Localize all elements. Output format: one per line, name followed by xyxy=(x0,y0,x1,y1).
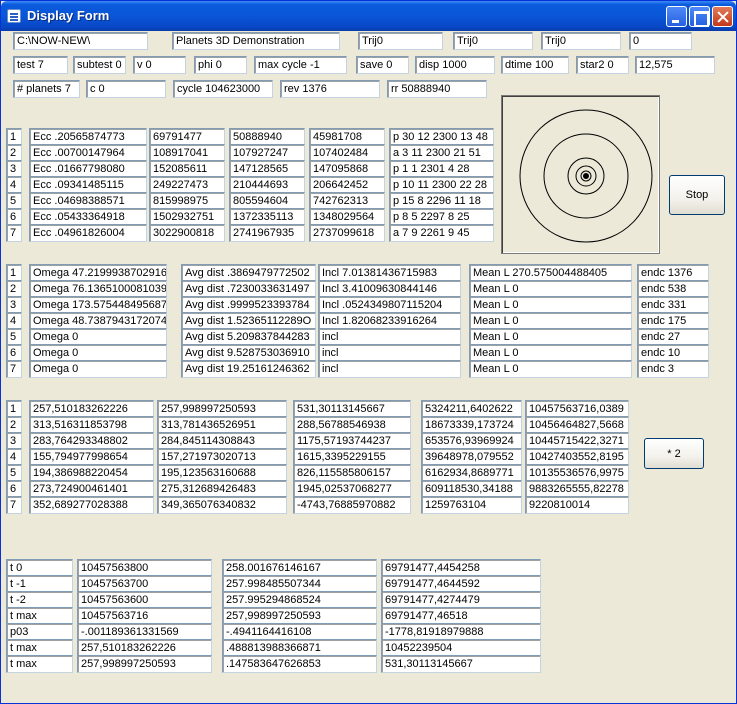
table4-cell[interactable]: t max xyxy=(6,655,73,673)
multiply-two-button[interactable]: * 2 xyxy=(644,438,704,469)
form-icon xyxy=(7,9,21,23)
table3-cell[interactable]: -4743,76885970882 xyxy=(293,496,411,514)
window-title: Display Form xyxy=(27,8,110,23)
close-button[interactable] xyxy=(712,6,733,27)
subtest-field[interactable]: subtest 0 xyxy=(73,56,126,74)
table2-cell[interactable]: endc 3 xyxy=(637,360,709,378)
rr-field[interactable]: rr 50888940 xyxy=(387,80,487,98)
minimize-button[interactable] xyxy=(666,6,687,27)
table2-cell[interactable]: Avg dist 19.25161246362 xyxy=(181,360,316,378)
table1-cell[interactable]: 2741967935 xyxy=(229,224,305,242)
table3-cell[interactable]: 7 xyxy=(6,496,22,514)
disp-field[interactable]: disp 1000 xyxy=(415,56,495,74)
path-field[interactable]: C:\NOW-NEW\ xyxy=(13,32,148,50)
table4-cell[interactable]: .147583647626853 xyxy=(222,655,377,673)
trij-field-2[interactable]: Trij0 xyxy=(453,32,533,50)
orbit-drawing xyxy=(519,109,653,243)
table1-cell[interactable]: 7 xyxy=(6,224,22,242)
table1-cell[interactable]: Ecc .04961826004 xyxy=(29,224,147,242)
zero-field[interactable]: 0 xyxy=(629,32,692,50)
cycle-field[interactable]: cycle 104623000 xyxy=(173,80,273,98)
table2-cell[interactable]: 7 xyxy=(6,360,22,378)
table4-cell[interactable]: 257,998997250593 xyxy=(77,655,212,673)
table3-cell[interactable]: 1259763104 xyxy=(421,496,522,514)
table4-cell[interactable]: 531,30113145667 xyxy=(381,655,541,673)
display-form-window: Display Form C:\NOW-NEW\ Planets 3D Demo… xyxy=(0,0,737,704)
test-field[interactable]: test 7 xyxy=(13,56,68,74)
table2-cell[interactable]: Mean L 0 xyxy=(469,360,632,378)
title-bar[interactable]: Display Form xyxy=(1,1,736,31)
planets-count-field[interactable]: # planets 7 xyxy=(13,80,80,98)
table2-cell[interactable]: incl xyxy=(318,360,461,378)
v-field[interactable]: v 0 xyxy=(133,56,186,74)
rev-field[interactable]: rev 1376 xyxy=(280,80,380,98)
table3-cell[interactable]: 352,689277028388 xyxy=(29,496,154,514)
table2-cell[interactable]: Omega 0 xyxy=(29,360,167,378)
save-field[interactable]: save 0 xyxy=(356,56,409,74)
dtime-field[interactable]: dtime 100 xyxy=(501,56,569,74)
table3-cell[interactable]: 9220810014 xyxy=(525,496,629,514)
table1-cell[interactable]: a 7 9 2261 9 45 xyxy=(389,224,494,242)
stop-button[interactable]: Stop xyxy=(669,175,725,215)
orbit-view xyxy=(501,95,660,254)
phi-field[interactable]: phi 0 xyxy=(194,56,247,74)
table1-cell[interactable]: 3022900818 xyxy=(149,224,225,242)
star2-field[interactable]: star2 0 xyxy=(576,56,629,74)
table1-cell[interactable]: 2737099618 xyxy=(309,224,385,242)
maximize-button[interactable] xyxy=(689,6,710,27)
trij-field-3[interactable]: Trij0 xyxy=(541,32,621,50)
table3-cell[interactable]: 349,365076340832 xyxy=(157,496,287,514)
central-star xyxy=(583,173,589,179)
max-cycle-field[interactable]: max cycle -1 xyxy=(254,56,347,74)
trij-field-1[interactable]: Trij0 xyxy=(358,32,443,50)
demo-title-field[interactable]: Planets 3D Demonstration xyxy=(172,32,340,50)
counter-field[interactable]: 12,575 xyxy=(635,56,715,74)
c-field[interactable]: c 0 xyxy=(86,80,166,98)
